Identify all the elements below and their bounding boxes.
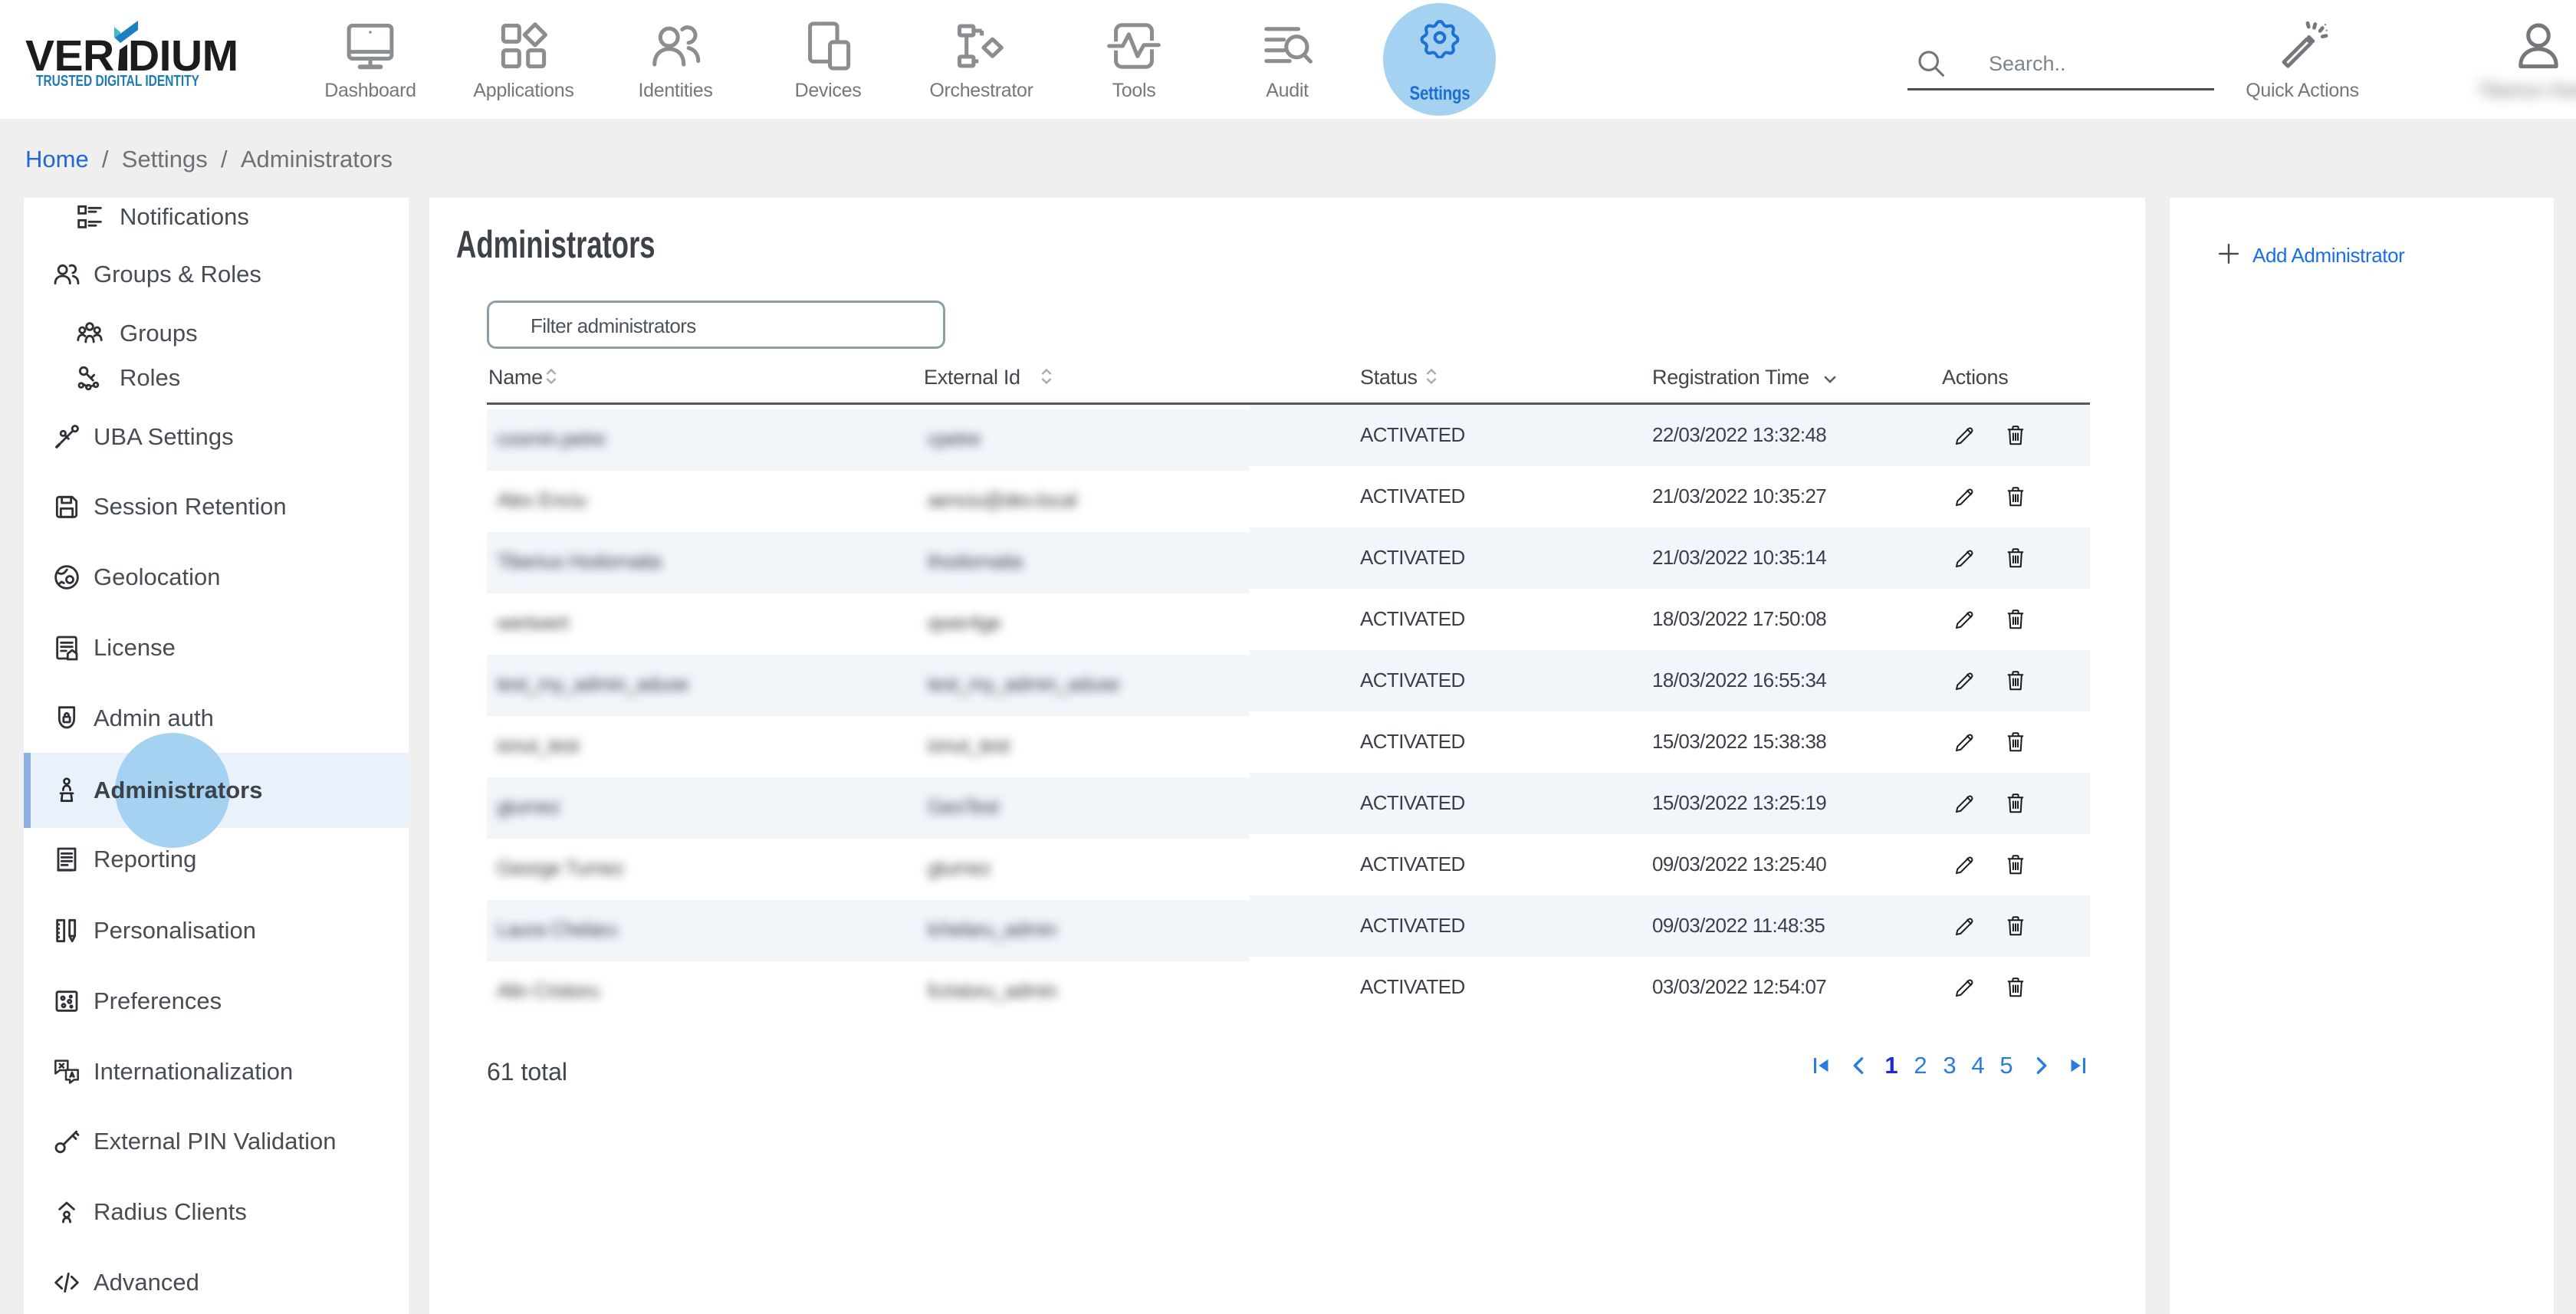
svg-text:TRUSTED DIGITAL IDENTITY: TRUSTED DIGITAL IDENTITY <box>36 73 200 90</box>
